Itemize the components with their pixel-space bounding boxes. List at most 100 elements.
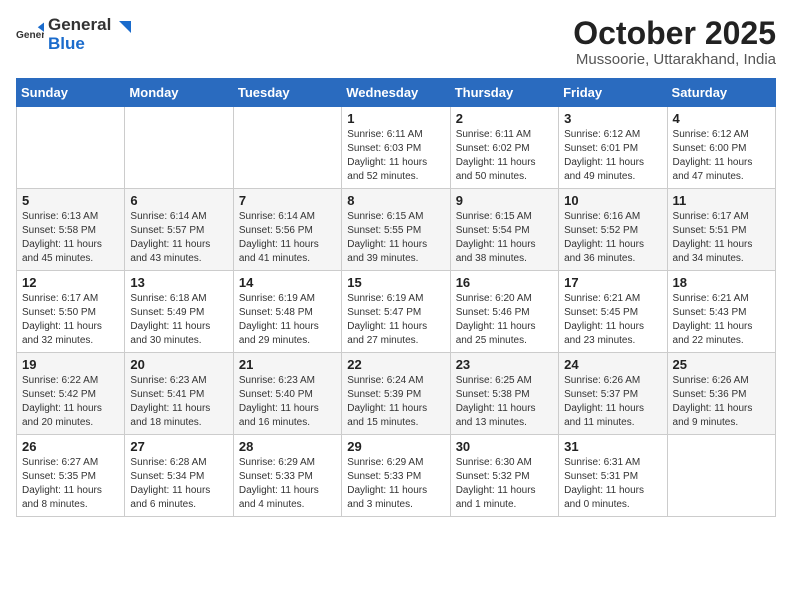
- day-info: Sunrise: 6:15 AM Sunset: 5:55 PM Dayligh…: [347, 210, 444, 266]
- day-info: Sunrise: 6:25 AM Sunset: 5:38 PM Dayligh…: [456, 374, 553, 430]
- calendar-cell: 10 Sunrise: 6:16 AM Sunset: 5:52 PM Dayli…: [559, 189, 667, 271]
- day-info: Sunrise: 6:21 AM Sunset: 5:45 PM Dayligh…: [564, 292, 661, 348]
- calendar-week-row: 1 Sunrise: 6:11 AM Sunset: 6:03 PM Daylig…: [17, 107, 776, 189]
- day-info: Sunrise: 6:24 AM Sunset: 5:39 PM Dayligh…: [347, 374, 444, 430]
- calendar-cell: 11 Sunrise: 6:17 AM Sunset: 5:51 PM Dayli…: [667, 189, 775, 271]
- calendar-cell: [233, 107, 341, 189]
- calendar-cell: 30 Sunrise: 6:30 AM Sunset: 5:32 PM Dayli…: [450, 435, 558, 517]
- day-number: 31: [564, 439, 661, 454]
- weekday-header-sunday: Sunday: [17, 79, 125, 107]
- calendar-cell: [17, 107, 125, 189]
- calendar-cell: [125, 107, 233, 189]
- day-info: Sunrise: 6:17 AM Sunset: 5:50 PM Dayligh…: [22, 292, 119, 348]
- calendar-cell: 20 Sunrise: 6:23 AM Sunset: 5:41 PM Dayli…: [125, 353, 233, 435]
- day-info: Sunrise: 6:11 AM Sunset: 6:03 PM Dayligh…: [347, 128, 444, 184]
- day-number: 13: [130, 275, 227, 290]
- day-info: Sunrise: 6:19 AM Sunset: 5:48 PM Dayligh…: [239, 292, 336, 348]
- calendar-cell: 15 Sunrise: 6:19 AM Sunset: 5:47 PM Dayli…: [342, 271, 450, 353]
- day-number: 6: [130, 193, 227, 208]
- day-number: 10: [564, 193, 661, 208]
- day-info: Sunrise: 6:21 AM Sunset: 5:43 PM Dayligh…: [673, 292, 770, 348]
- day-info: Sunrise: 6:29 AM Sunset: 5:33 PM Dayligh…: [239, 456, 336, 512]
- day-info: Sunrise: 6:12 AM Sunset: 6:01 PM Dayligh…: [564, 128, 661, 184]
- calendar-week-row: 12 Sunrise: 6:17 AM Sunset: 5:50 PM Dayli…: [17, 271, 776, 353]
- day-info: Sunrise: 6:17 AM Sunset: 5:51 PM Dayligh…: [673, 210, 770, 266]
- weekday-header-thursday: Thursday: [450, 79, 558, 107]
- day-number: 14: [239, 275, 336, 290]
- logo-general-text: General: [48, 16, 111, 35]
- calendar-week-row: 19Sunrise: 6:22 AM Sunset: 5:42 PM Dayli…: [17, 353, 776, 435]
- page-header: General General Blue October 2025 Mussoo…: [16, 16, 776, 68]
- day-info: Sunrise: 6:14 AM Sunset: 5:56 PM Dayligh…: [239, 210, 336, 266]
- day-info: Sunrise: 6:19 AM Sunset: 5:47 PM Dayligh…: [347, 292, 444, 348]
- calendar-cell: 3 Sunrise: 6:12 AM Sunset: 6:01 PM Daylig…: [559, 107, 667, 189]
- calendar-cell: 6 Sunrise: 6:14 AM Sunset: 5:57 PM Daylig…: [125, 189, 233, 271]
- day-info: Sunrise: 6:28 AM Sunset: 5:34 PM Dayligh…: [130, 456, 227, 512]
- day-number: 29: [347, 439, 444, 454]
- calendar-cell: 23 Sunrise: 6:25 AM Sunset: 5:38 PM Dayli…: [450, 353, 558, 435]
- day-info: Sunrise: 6:14 AM Sunset: 5:57 PM Dayligh…: [130, 210, 227, 266]
- day-info: Sunrise: 6:12 AM Sunset: 6:00 PM Dayligh…: [673, 128, 770, 184]
- day-number: 9: [456, 193, 553, 208]
- day-info: Sunrise: 6:27 AM Sunset: 5:35 PM Dayligh…: [22, 456, 119, 512]
- day-number: 16: [456, 275, 553, 290]
- day-info: Sunrise: 6:30 AM Sunset: 5:32 PM Dayligh…: [456, 456, 553, 512]
- calendar-cell: 4 Sunrise: 6:12 AM Sunset: 6:00 PM Daylig…: [667, 107, 775, 189]
- calendar-table: SundayMondayTuesdayWednesdayThursdayFrid…: [16, 78, 776, 517]
- logo-blue-text: Blue: [48, 35, 111, 54]
- calendar-cell: 9 Sunrise: 6:15 AM Sunset: 5:54 PM Daylig…: [450, 189, 558, 271]
- calendar-cell: 25Sunrise: 6:26 AM Sunset: 5:36 PM Dayli…: [667, 353, 775, 435]
- day-number: 19: [22, 357, 119, 372]
- day-info: Sunrise: 6:23 AM Sunset: 5:41 PM Dayligh…: [130, 374, 227, 430]
- day-number: 1: [347, 111, 444, 126]
- day-number: 15: [347, 275, 444, 290]
- weekday-header-friday: Friday: [559, 79, 667, 107]
- day-info: Sunrise: 6:18 AM Sunset: 5:49 PM Dayligh…: [130, 292, 227, 348]
- day-info: Sunrise: 6:29 AM Sunset: 5:33 PM Dayligh…: [347, 456, 444, 512]
- calendar-week-row: 5Sunrise: 6:13 AM Sunset: 5:58 PM Daylig…: [17, 189, 776, 271]
- day-number: 17: [564, 275, 661, 290]
- day-info: Sunrise: 6:26 AM Sunset: 5:37 PM Dayligh…: [564, 374, 661, 430]
- day-number: 23: [456, 357, 553, 372]
- day-info: Sunrise: 6:15 AM Sunset: 5:54 PM Dayligh…: [456, 210, 553, 266]
- calendar-cell: 29 Sunrise: 6:29 AM Sunset: 5:33 PM Dayli…: [342, 435, 450, 517]
- weekday-header-tuesday: Tuesday: [233, 79, 341, 107]
- day-number: 18: [673, 275, 770, 290]
- weekday-header-saturday: Saturday: [667, 79, 775, 107]
- logo-triangle-icon: [109, 19, 131, 41]
- day-number: 8: [347, 193, 444, 208]
- day-number: 26: [22, 439, 119, 454]
- day-number: 4: [673, 111, 770, 126]
- day-number: 7: [239, 193, 336, 208]
- day-number: 30: [456, 439, 553, 454]
- calendar-cell: 13 Sunrise: 6:18 AM Sunset: 5:49 PM Dayli…: [125, 271, 233, 353]
- calendar-cell: 5Sunrise: 6:13 AM Sunset: 5:58 PM Daylig…: [17, 189, 125, 271]
- weekday-header-monday: Monday: [125, 79, 233, 107]
- day-number: 24: [564, 357, 661, 372]
- calendar-cell: 18 Sunrise: 6:21 AM Sunset: 5:43 PM Dayli…: [667, 271, 775, 353]
- title-section: October 2025 Mussoorie, Uttarakhand, Ind…: [573, 16, 776, 68]
- location-title: Mussoorie, Uttarakhand, India: [573, 51, 776, 68]
- calendar-cell: 17 Sunrise: 6:21 AM Sunset: 5:45 PM Dayli…: [559, 271, 667, 353]
- calendar-cell: 16 Sunrise: 6:20 AM Sunset: 5:46 PM Dayli…: [450, 271, 558, 353]
- day-number: 21: [239, 357, 336, 372]
- calendar-cell: 27 Sunrise: 6:28 AM Sunset: 5:34 PM Dayli…: [125, 435, 233, 517]
- day-number: 22: [347, 357, 444, 372]
- calendar-cell: 21Sunrise: 6:23 AM Sunset: 5:40 PM Dayli…: [233, 353, 341, 435]
- day-number: 20: [130, 357, 227, 372]
- calendar-cell: 22 Sunrise: 6:24 AM Sunset: 5:39 PM Dayli…: [342, 353, 450, 435]
- day-info: Sunrise: 6:11 AM Sunset: 6:02 PM Dayligh…: [456, 128, 553, 184]
- calendar-cell: 31 Sunrise: 6:31 AM Sunset: 5:31 PM Dayli…: [559, 435, 667, 517]
- logo-icon: General: [16, 21, 44, 49]
- day-number: 28: [239, 439, 336, 454]
- day-number: 12: [22, 275, 119, 290]
- day-number: 25: [673, 357, 770, 372]
- day-info: Sunrise: 6:31 AM Sunset: 5:31 PM Dayligh…: [564, 456, 661, 512]
- day-number: 27: [130, 439, 227, 454]
- day-info: Sunrise: 6:20 AM Sunset: 5:46 PM Dayligh…: [456, 292, 553, 348]
- day-number: 3: [564, 111, 661, 126]
- day-number: 2: [456, 111, 553, 126]
- day-number: 11: [673, 193, 770, 208]
- day-info: Sunrise: 6:16 AM Sunset: 5:52 PM Dayligh…: [564, 210, 661, 266]
- weekday-header-wednesday: Wednesday: [342, 79, 450, 107]
